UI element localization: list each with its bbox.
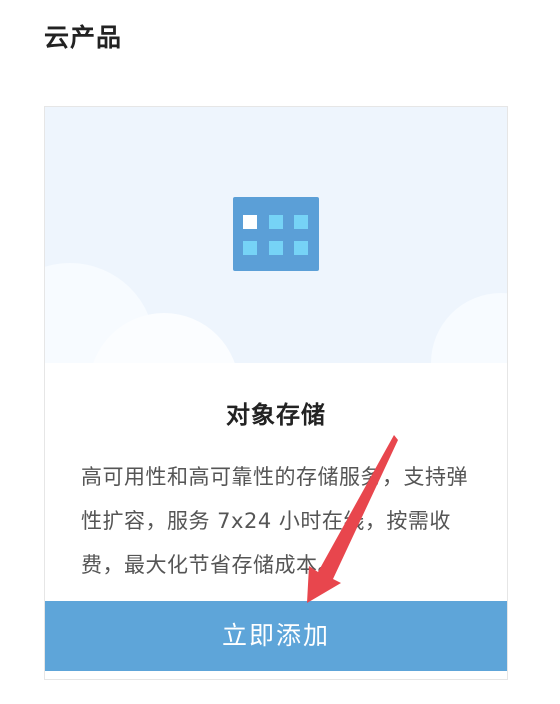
grid-cell-icon xyxy=(243,215,257,229)
cloud-products-page: 云产品 对象存储 高可用性和高可靠性的存储服务，支持弹性扩容，服务 7x24 小… xyxy=(0,0,560,704)
product-name: 对象存储 xyxy=(226,401,326,429)
object-storage-grid-icon xyxy=(233,197,319,271)
grid-cell-icon xyxy=(243,241,257,255)
product-description: 高可用性和高可靠性的存储服务，支持弹性扩容，服务 7x24 小时在线，按需收费，… xyxy=(81,465,468,577)
card-hero xyxy=(45,107,507,363)
add-now-button[interactable]: 立即添加 xyxy=(45,601,507,671)
cloud-decoration xyxy=(431,293,507,363)
grid-cell-icon xyxy=(294,241,308,255)
grid-cell-icon xyxy=(269,215,283,229)
card-body: 对象存储 高可用性和高可靠性的存储服务，支持弹性扩容，服务 7x24 小时在线，… xyxy=(45,363,507,601)
grid-cell-icon xyxy=(269,241,283,255)
section-title: 云产品 xyxy=(44,23,123,52)
grid-cell-icon xyxy=(294,215,308,229)
object-storage-card: 对象存储 高可用性和高可靠性的存储服务，支持弹性扩容，服务 7x24 小时在线，… xyxy=(44,106,508,680)
